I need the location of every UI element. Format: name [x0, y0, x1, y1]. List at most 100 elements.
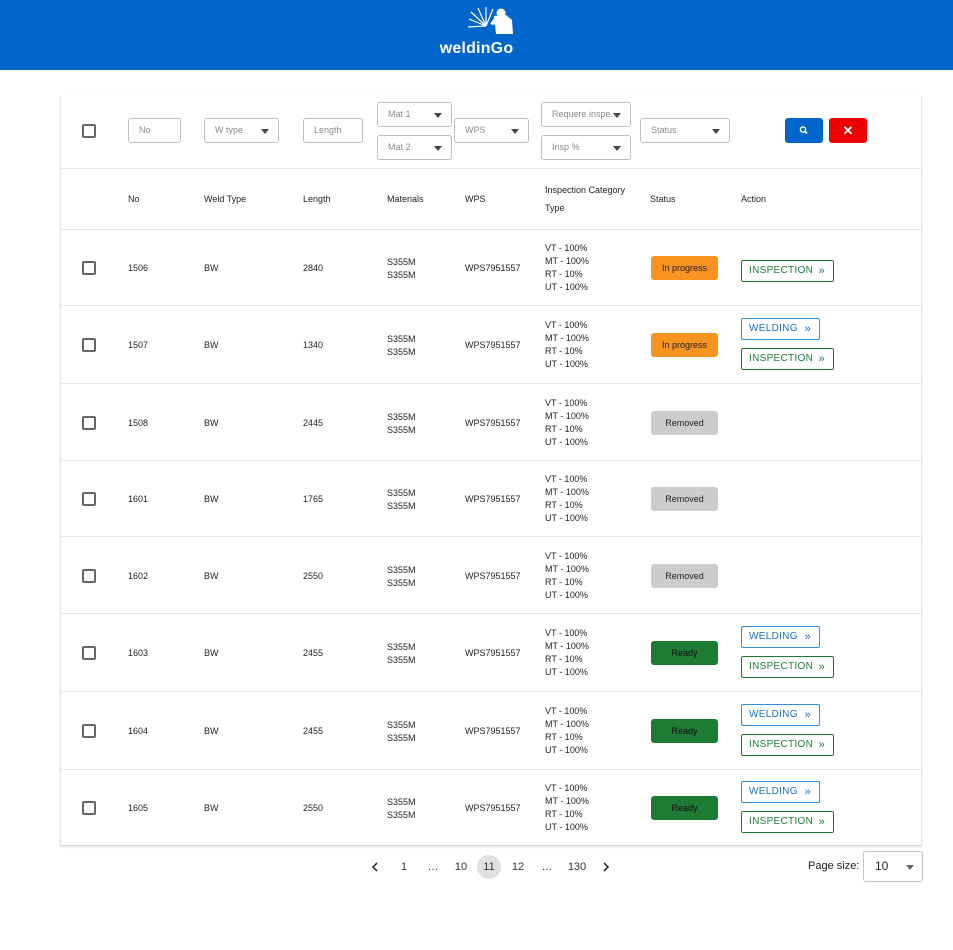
filter-require-inspection-select[interactable]: Requere inspe... — [541, 102, 631, 127]
welding-button[interactable]: WELDING » — [741, 704, 820, 726]
pagination-page-button[interactable]: 10 — [452, 855, 470, 879]
column-header-no[interactable]: No — [128, 194, 140, 204]
cell-material-2: S355M — [387, 424, 416, 435]
cell-inspection-item: RT - 10% — [545, 500, 583, 510]
cell-inspection-item: UT - 100% — [545, 822, 588, 832]
inspection-button[interactable]: INSPECTION » — [741, 734, 834, 756]
row-checkbox[interactable] — [82, 801, 96, 815]
column-header-inspection-type[interactable]: Type — [545, 203, 565, 213]
status-badge: In progress — [651, 256, 718, 280]
table-row[interactable]: 1604 BW 2455 S355M S355M WPS7951557 VT - 100% M… — [61, 692, 921, 770]
filter-wps-select[interactable]: WPS — [454, 118, 529, 143]
cell-length: 2455 — [303, 726, 324, 736]
cell-weld-type: BW — [204, 726, 219, 736]
column-header-status[interactable]: Status — [650, 194, 676, 204]
cell-inspection-item: MT - 100% — [545, 719, 589, 729]
inspection-button[interactable]: INSPECTION » — [741, 811, 834, 833]
pagination-page-button[interactable]: 1 — [398, 855, 410, 879]
chevron-down-icon — [613, 146, 621, 151]
welding-button[interactable]: WELDING » — [741, 781, 820, 803]
double-chevron-right-icon: » — [804, 323, 811, 335]
table-row[interactable]: 1508 BW 2445 S355M S355M WPS7951557 VT - 100% M… — [61, 384, 921, 461]
row-checkbox[interactable] — [82, 724, 96, 738]
double-chevron-right-icon: » — [818, 661, 825, 673]
cell-length: 2455 — [303, 648, 324, 658]
cell-weld-type: BW — [204, 494, 219, 504]
cell-inspection-item: VT - 100% — [545, 783, 588, 793]
cell-wps: WPS7951557 — [465, 570, 521, 581]
filter-mat2-select[interactable]: Mat 2 — [377, 135, 452, 160]
cell-inspection-item: MT - 100% — [545, 487, 589, 497]
table-row[interactable]: 1603 BW 2455 S355M S355M WPS7951557 VT - 100% M… — [61, 614, 921, 692]
app-header: weldinGo — [0, 0, 953, 70]
cell-inspection-item: VT - 100% — [545, 550, 588, 561]
page-size-select[interactable]: 10 — [863, 851, 923, 882]
cell-inspection-item: RT - 10% — [545, 269, 583, 279]
cell-inspection-item: RT - 10% — [545, 423, 583, 434]
filter-no-input[interactable]: No — [128, 118, 181, 143]
double-chevron-right-icon: » — [818, 739, 825, 751]
clear-filters-button[interactable]: ✕ — [829, 118, 867, 143]
cell-no: 1506 — [128, 263, 149, 273]
pagination-current-page[interactable]: 11 — [477, 855, 501, 879]
row-checkbox[interactable] — [82, 492, 96, 506]
previous-page-button[interactable] — [369, 855, 381, 879]
cell-inspection-item: MT - 100% — [545, 410, 589, 421]
close-icon: ✕ — [842, 123, 854, 138]
row-checkbox[interactable] — [82, 338, 96, 352]
welding-button[interactable]: WELDING » — [741, 626, 820, 648]
column-header-inspection-category[interactable]: Inspection Category — [545, 185, 625, 195]
filter-length-input[interactable]: Length — [303, 118, 363, 143]
filter-mat1-select[interactable]: Mat 1 — [377, 102, 452, 127]
welding-button[interactable]: WELDING » — [741, 318, 820, 340]
table-row[interactable]: 1601 BW 1765 S355M S355M WPS7951557 VT - 100% M… — [61, 461, 921, 537]
filter-insp-pct-select[interactable]: Insp % — [541, 135, 631, 160]
table-row[interactable]: 1507 BW 1340 S355M S355M WPS7951557 VT - 100% M… — [61, 306, 921, 384]
cell-material-1: S355M — [387, 411, 416, 422]
inspection-button[interactable]: INSPECTION » — [741, 348, 834, 370]
inspection-button[interactable]: INSPECTION » — [741, 260, 834, 282]
row-checkbox[interactable] — [82, 568, 96, 583]
row-checkbox[interactable] — [82, 261, 96, 275]
cell-no: 1508 — [128, 417, 149, 428]
filter-status-select[interactable]: Status — [640, 118, 730, 143]
table-row[interactable]: 1602 BW 2550 S355M S355M WPS7951557 VT - 100% M… — [61, 537, 921, 614]
welds-table: No W type Length Mat 1 Mat 2 WPS Requere… — [60, 96, 922, 846]
inspection-button[interactable]: INSPECTION » — [741, 656, 834, 678]
cell-weld-type: BW — [204, 417, 219, 428]
row-checkbox[interactable] — [82, 415, 96, 430]
pagination-page-button[interactable]: 130 — [565, 855, 589, 879]
next-page-button[interactable] — [600, 855, 612, 879]
table-row[interactable]: 1605 BW 2550 S355M S355M WPS7951557 VT - 100% M… — [61, 770, 921, 846]
cell-no: 1604 — [128, 726, 149, 736]
cell-inspection-item: RT - 10% — [545, 576, 583, 587]
status-badge: In progress — [651, 333, 718, 357]
cell-no: 1601 — [128, 494, 149, 504]
search-icon — [799, 126, 808, 135]
status-badge: Removed — [651, 563, 718, 588]
column-header-weld-type[interactable]: Weld Type — [204, 194, 246, 204]
cell-weld-type: BW — [204, 648, 219, 658]
table-row[interactable]: 1506 BW 2840 S355M S355M WPS7951557 VT - 100% M… — [61, 230, 921, 306]
filter-wps-label: WPS — [465, 125, 486, 135]
chevron-down-icon — [511, 129, 519, 134]
cell-inspection-item: RT - 10% — [545, 732, 583, 742]
search-button[interactable] — [785, 118, 823, 143]
cell-inspection-item: VT - 100% — [545, 243, 588, 253]
cell-weld-type: BW — [204, 803, 219, 813]
chevron-right-icon — [603, 862, 610, 872]
column-header-wps[interactable]: WPS — [465, 194, 486, 204]
cell-inspection-item: VT - 100% — [545, 320, 588, 330]
column-header-action: Action — [741, 194, 767, 204]
select-all-checkbox[interactable] — [82, 124, 96, 138]
cell-inspection-item: MT - 100% — [545, 563, 589, 574]
row-checkbox[interactable] — [82, 646, 96, 660]
chevron-down-icon — [712, 129, 720, 134]
column-header-materials[interactable]: Materials — [387, 194, 424, 204]
cell-material-1: S355M — [387, 720, 416, 730]
cell-inspection-item: UT - 100% — [545, 745, 588, 755]
column-header-length[interactable]: Length — [303, 194, 331, 204]
cell-material-1: S355M — [387, 642, 416, 652]
pagination-page-button[interactable]: 12 — [508, 855, 528, 879]
filter-weld-type-select[interactable]: W type — [204, 118, 279, 143]
